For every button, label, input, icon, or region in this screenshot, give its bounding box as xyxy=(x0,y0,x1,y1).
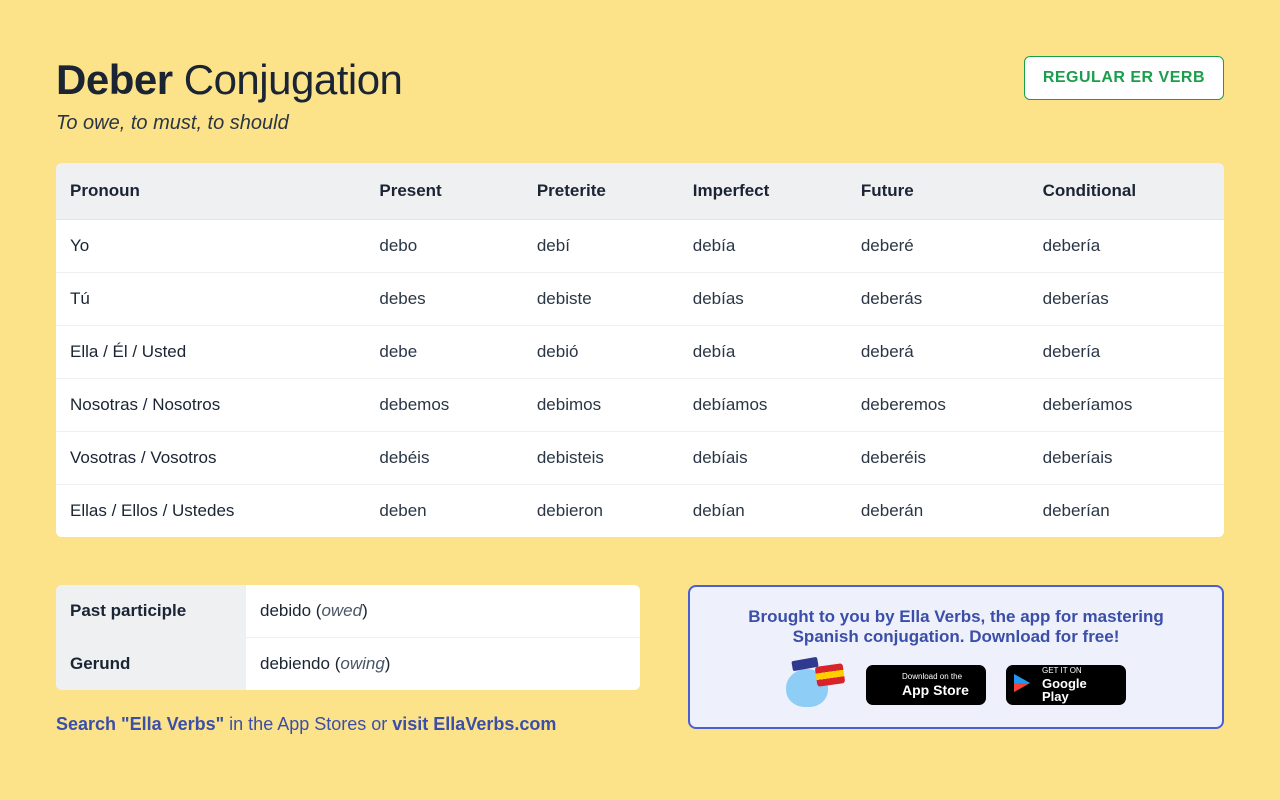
table-cell: Ellas / Ellos / Ustedes xyxy=(56,485,365,538)
past-participle-label: Past participle xyxy=(56,585,246,638)
gerund-value: debiendo (owing) xyxy=(246,638,640,691)
column-header: Imperfect xyxy=(679,163,847,220)
table-cell: deberás xyxy=(847,273,1029,326)
table-cell: debías xyxy=(679,273,847,326)
table-cell: deberéis xyxy=(847,432,1029,485)
promo-box: Brought to you by Ella Verbs, the app fo… xyxy=(688,585,1224,729)
table-cell: debéis xyxy=(365,432,522,485)
page-title: Deber Conjugation xyxy=(56,56,402,104)
column-header: Conditional xyxy=(1029,163,1224,220)
search-instructions: Search "Ella Verbs" in the App Stores or… xyxy=(56,714,640,735)
gerund-label: Gerund xyxy=(56,638,246,691)
promo-text-line1: Brought to you by Ella Verbs, the app fo… xyxy=(714,607,1198,627)
table-cell: debo xyxy=(365,220,522,273)
past-participle-value: debido (owed) xyxy=(246,585,640,638)
table-row: Nosotras / Nosotrosdebemosdebimosdebíamo… xyxy=(56,379,1224,432)
participle-table: Past participle debido (owed) Gerund deb… xyxy=(56,585,640,690)
verb-type-badge: REGULAR ER VERB xyxy=(1024,56,1224,100)
table-cell: deben xyxy=(365,485,522,538)
table-cell: debería xyxy=(1029,326,1224,379)
table-cell: deberían xyxy=(1029,485,1224,538)
app-store-badge[interactable]: Download on the App Store xyxy=(866,665,986,705)
table-cell: deberán xyxy=(847,485,1029,538)
table-cell: debisteis xyxy=(523,432,679,485)
table-cell: debimos xyxy=(523,379,679,432)
table-cell: deberíamos xyxy=(1029,379,1224,432)
column-header: Future xyxy=(847,163,1029,220)
table-cell: debería xyxy=(1029,220,1224,273)
verb-translation: To owe, to must, to should xyxy=(56,112,402,135)
table-cell: debió xyxy=(523,326,679,379)
table-cell: deberíais xyxy=(1029,432,1224,485)
table-cell: debes xyxy=(365,273,522,326)
table-row: Túdebesdebistedebíasdeberásdeberías xyxy=(56,273,1224,326)
table-cell: Yo xyxy=(56,220,365,273)
table-cell: debíamos xyxy=(679,379,847,432)
table-row: Ella / Él / Usteddebedebiódebíadeberádeb… xyxy=(56,326,1224,379)
table-row: Yodebodebídebíadeberédebería xyxy=(56,220,1224,273)
table-cell: deberemos xyxy=(847,379,1029,432)
table-cell: deberá xyxy=(847,326,1029,379)
table-row: Ellas / Ellos / Ustedesdebendebierondebí… xyxy=(56,485,1224,538)
promo-text-line2: Spanish conjugation. Download for free! xyxy=(714,627,1198,647)
table-cell: debía xyxy=(679,326,847,379)
table-cell: Ella / Él / Usted xyxy=(56,326,365,379)
table-cell: debe xyxy=(365,326,522,379)
table-cell: deberías xyxy=(1029,273,1224,326)
table-cell: debemos xyxy=(365,379,522,432)
table-cell: debieron xyxy=(523,485,679,538)
mascot-icon xyxy=(786,663,846,707)
table-cell: Vosotras / Vosotros xyxy=(56,432,365,485)
column-header: Preterite xyxy=(523,163,679,220)
table-cell: debí xyxy=(523,220,679,273)
table-cell: Tú xyxy=(56,273,365,326)
verb-name: Deber xyxy=(56,56,173,103)
table-cell: Nosotras / Nosotros xyxy=(56,379,365,432)
conjugation-table: PronounPresentPreteriteImperfectFutureCo… xyxy=(56,163,1224,537)
table-cell: debíais xyxy=(679,432,847,485)
table-cell: debiste xyxy=(523,273,679,326)
table-cell: debían xyxy=(679,485,847,538)
table-cell: debía xyxy=(679,220,847,273)
column-header: Present xyxy=(365,163,522,220)
google-play-icon xyxy=(1014,674,1030,692)
table-row: Vosotras / Vosotrosdebéisdebisteisdebíai… xyxy=(56,432,1224,485)
table-cell: deberé xyxy=(847,220,1029,273)
google-play-badge[interactable]: GET IT ON Google Play xyxy=(1006,665,1126,705)
title-suffix: Conjugation xyxy=(184,56,403,103)
column-header: Pronoun xyxy=(56,163,365,220)
